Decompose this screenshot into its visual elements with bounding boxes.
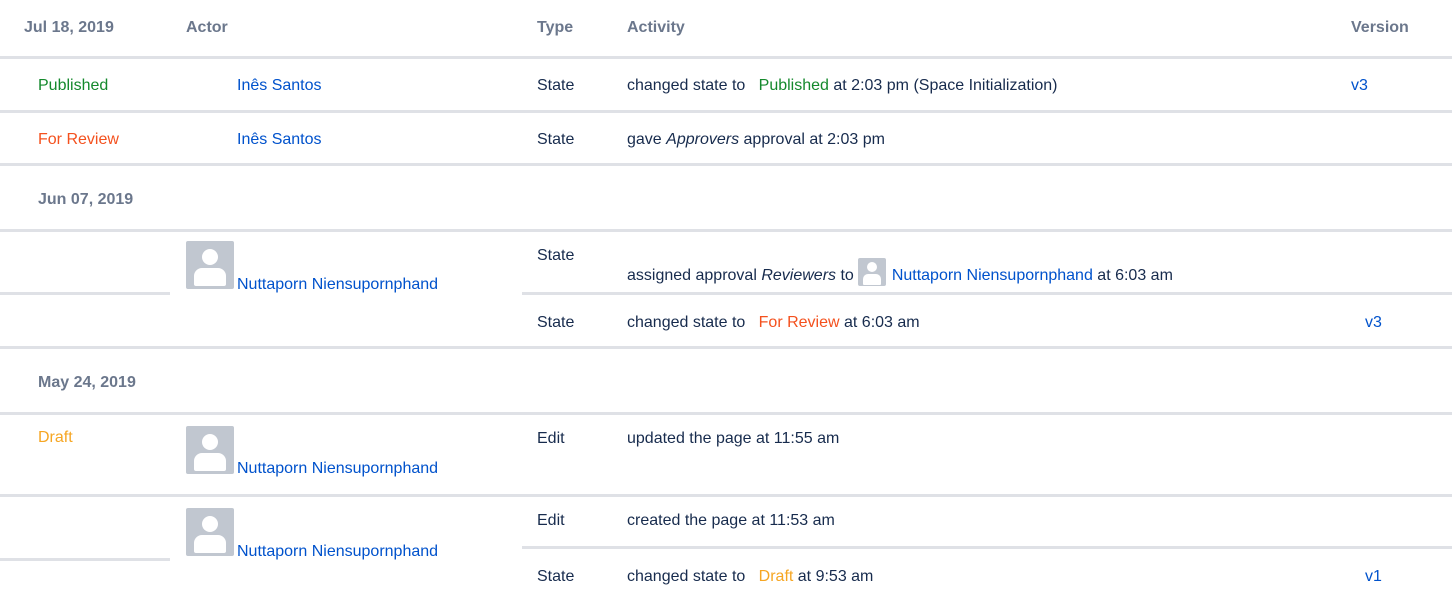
divider [522,292,1452,295]
activity-text: changed state to For Review at 6:03 am [627,313,920,333]
user-avatar-icon [186,508,234,556]
header-actor: Actor [186,19,228,36]
activity-text: gave Approvers approval at 2:03 pm [627,130,885,150]
activity-prefix: assigned approval [627,267,757,284]
activity-prefix: gave [627,131,662,148]
actor-link[interactable]: Inês Santos [237,130,322,150]
activity-prefix: changed state to [627,314,746,331]
activity-prefix: changed state to [627,568,746,585]
actor-link[interactable]: Nuttaporn Niensupornphand [237,275,438,295]
activity-state: For Review [758,314,840,331]
activity-prefix: changed state to [627,77,746,94]
activity-to: to [840,267,854,284]
user-avatar-icon [186,241,234,289]
activity-group: Approvers [666,131,740,148]
state-label: For Review [38,131,119,148]
actor-link[interactable]: Inês Santos [237,76,322,96]
divider [0,412,1452,415]
activity-state: Published [758,77,829,94]
type-label: Edit [537,430,565,447]
divider [0,346,1452,349]
divider [0,494,1452,497]
type-label: State [537,77,575,94]
type-label: Edit [537,512,565,529]
activity-text: changed state to Published at 2:03 pm (S… [627,76,1058,96]
type-label: State [537,247,575,264]
type-label: State [537,314,575,331]
divider [0,229,1452,232]
state-label: Published [38,77,109,94]
header-activity: Activity [627,19,685,36]
user-avatar-icon [857,258,886,286]
state-label: Draft [38,429,73,446]
table-row: For Review Inês Santos State gave Approv… [0,113,1452,163]
date-group-header: Jun 07, 2019 [38,191,134,208]
divider [522,546,1452,549]
actor-link[interactable]: Nuttaporn Niensupornphand [237,542,438,562]
activity-suffix: approval at 2:03 pm [743,131,885,148]
divider [0,163,1452,166]
header-version: Version [1351,19,1409,36]
header-date: Jul 18, 2019 [24,19,114,36]
activity-text: updated the page at 11:55 am [627,430,840,447]
activity-text: created the page at 11:53 am [627,512,835,529]
actor-link[interactable]: Nuttaporn Niensupornphand [237,459,438,479]
divider [0,292,170,295]
activity-state: Draft [758,568,794,585]
activity-suffix: at 9:53 am [797,568,874,585]
activity-text: changed state to Draft at 9:53 am [627,567,873,587]
activity-group: Reviewers [761,267,837,284]
version-link[interactable]: v1 [1365,567,1382,587]
version-link[interactable]: v3 [1365,313,1382,333]
date-group-header: May 24, 2019 [38,374,136,391]
header-type: Type [537,19,574,36]
version-link[interactable]: v3 [1351,76,1368,96]
activity-suffix: at 6:03 am [844,314,920,331]
table-row: Published Inês Santos State changed stat… [0,59,1452,109]
divider [0,558,170,561]
activity-suffix: at 6:03 am [1097,267,1173,284]
table-header: Jul 18, 2019 Actor Type Activity Version [0,0,1452,60]
user-avatar-icon [186,426,234,474]
activity-text: assigned approval Reviewers to Nuttaporn … [627,258,1173,286]
type-label: State [537,131,575,148]
type-label: State [537,568,575,585]
activity-user-link[interactable]: Nuttaporn Niensupornphand [892,267,1093,284]
activity-suffix: at 2:03 pm (Space Initialization) [833,77,1058,94]
